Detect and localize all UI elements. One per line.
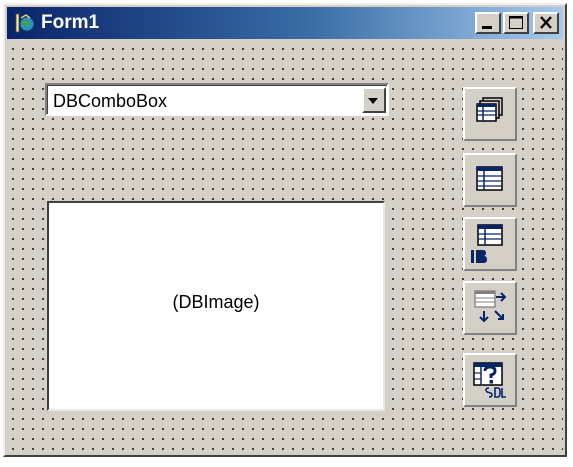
maximize-button[interactable] <box>503 12 529 34</box>
close-button[interactable] <box>533 12 559 34</box>
title-bar[interactable]: Form1 <box>7 7 563 39</box>
combo-frame: DBComboBox <box>47 85 387 114</box>
close-icon <box>540 16 552 29</box>
window-title: Form1 <box>41 12 100 33</box>
minimize-button[interactable] <box>475 12 501 34</box>
dbimage[interactable]: (DBImage) <box>47 201 385 411</box>
database-icon <box>476 97 503 122</box>
delphi-helmet-icon[interactable] <box>14 12 36 34</box>
ibtable-component[interactable] <box>463 217 517 271</box>
form-design-grid[interactable]: DBComboBox (DBImage) <box>7 41 563 453</box>
database-component[interactable] <box>463 87 517 141</box>
ibtable-icon <box>471 224 503 263</box>
form-window: Form1 DBComboBox (DBImage) <box>3 3 567 457</box>
query-component[interactable] <box>463 353 517 407</box>
combo-value: DBComboBox <box>53 91 168 111</box>
query-icon <box>473 362 506 398</box>
combo-dropdown-button[interactable] <box>362 87 386 113</box>
minimize-icon <box>482 26 492 29</box>
batchmove-icon <box>474 290 507 323</box>
maximize-icon <box>509 16 523 29</box>
batchmove-component[interactable] <box>463 281 517 335</box>
chevron-down-icon <box>368 98 378 104</box>
dbimage-label: (DBImage) <box>172 292 260 312</box>
dbcombobox[interactable]: DBComboBox <box>45 83 389 116</box>
table-component[interactable] <box>463 153 517 207</box>
table-icon <box>476 166 503 191</box>
